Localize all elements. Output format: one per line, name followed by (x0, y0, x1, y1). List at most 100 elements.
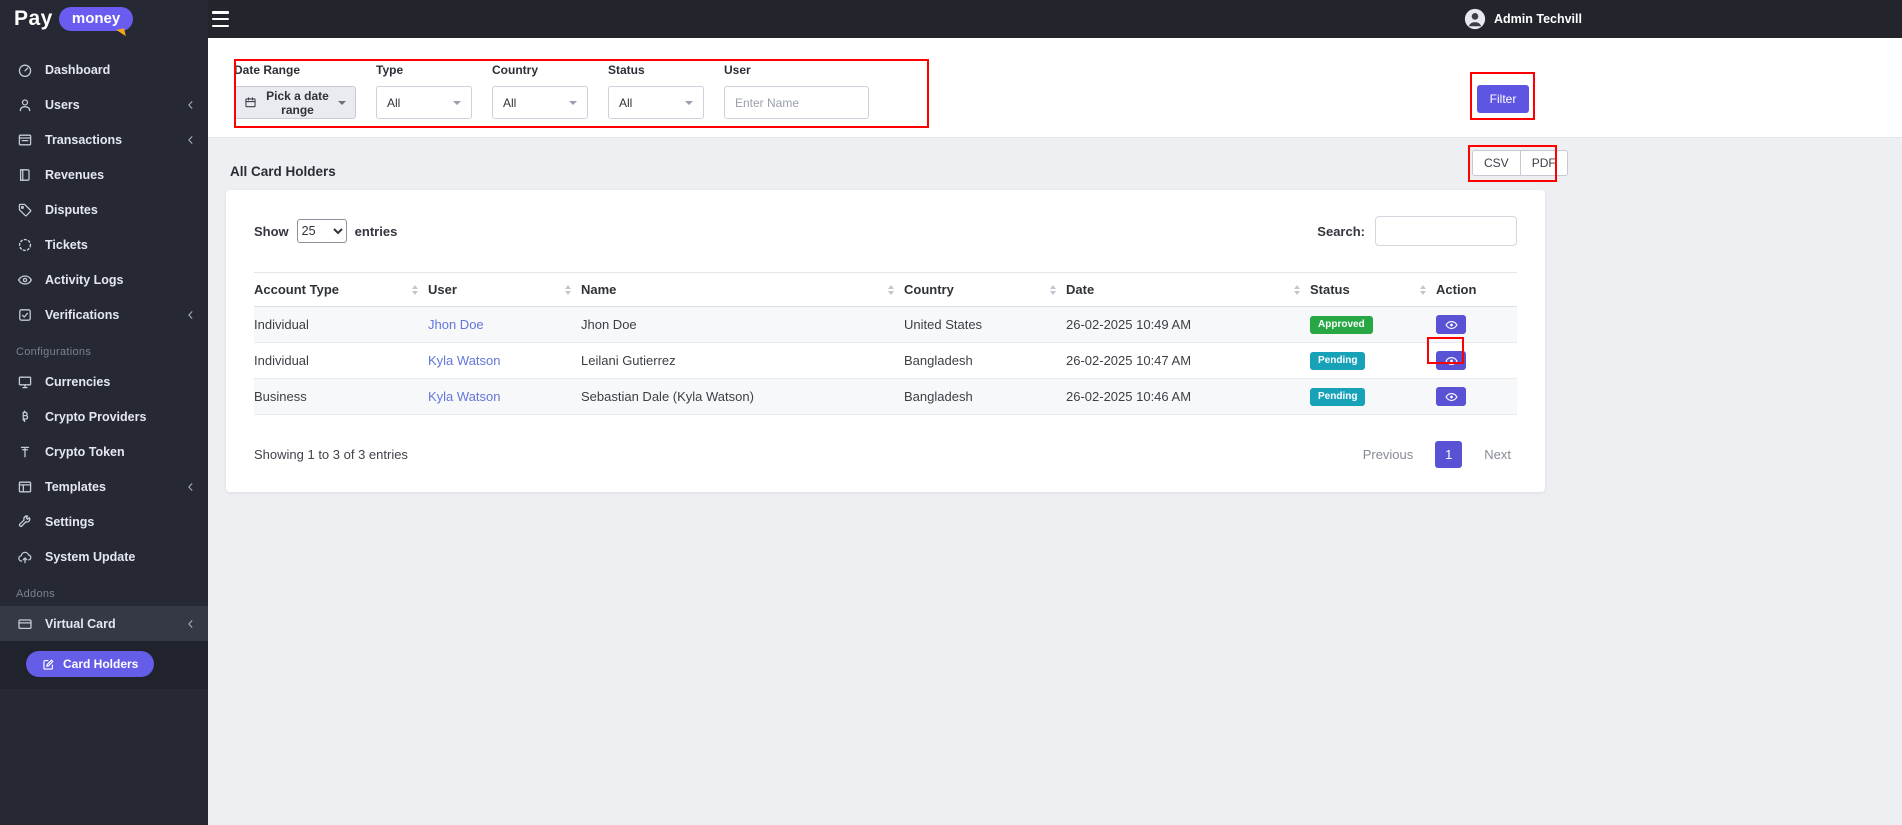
table-row: Individual Jhon Doe Jhon Doe United Stat… (254, 306, 1517, 343)
user-link[interactable]: Jhon Doe (428, 317, 484, 332)
sidebar-item-revenues[interactable]: Revenues (0, 157, 208, 192)
sidebar-item-crypto-providers[interactable]: Crypto Providers (0, 399, 208, 434)
caret-down-icon (685, 100, 693, 105)
cell-name: Sebastian Dale (Kyla Watson) (581, 378, 904, 415)
page-length-control: Show 25 entries (254, 219, 397, 243)
caret-down-icon (453, 100, 461, 105)
layout-icon (16, 478, 33, 495)
admin-profile-menu[interactable]: Admin Techvill (1464, 7, 1582, 31)
column-header-country[interactable]: Country (904, 272, 1066, 307)
column-header-date[interactable]: Date (1066, 272, 1310, 307)
eye-icon (1444, 320, 1458, 330)
sidebar-item-verifications[interactable]: Verifications (0, 297, 208, 332)
bitcoin-icon (16, 408, 33, 425)
column-header-account-type[interactable]: Account Type (254, 272, 428, 307)
sidebar-item-templates[interactable]: Templates (0, 469, 208, 504)
table-info: Showing 1 to 3 of 3 entries (254, 447, 408, 462)
chevron-left-icon (185, 99, 196, 110)
cell-user: Jhon Doe (428, 306, 581, 343)
user-name-input[interactable] (724, 86, 869, 119)
sort-icon (412, 284, 418, 295)
sidebar-item-virtual-card[interactable]: Virtual Card (0, 606, 208, 641)
sidebar-item-card-holders[interactable]: Card Holders (26, 651, 155, 677)
cell-action (1436, 342, 1517, 379)
pagination-next[interactable]: Next (1478, 446, 1517, 463)
sidebar-item-activity-logs[interactable]: Activity Logs (0, 262, 208, 297)
filter-user: User (724, 63, 869, 119)
sidebar-item-system-update[interactable]: System Update (0, 539, 208, 574)
type-select[interactable]: All (376, 86, 472, 119)
status-badge: Pending (1310, 352, 1366, 370)
cell-country: Bangladesh (904, 342, 1066, 379)
sidebar-item-currencies[interactable]: Currencies (0, 364, 208, 399)
pagination-page-1[interactable]: 1 (1435, 441, 1463, 468)
wrench-icon (16, 513, 33, 530)
monitor-icon (16, 373, 33, 390)
cell-account-type: Business (254, 378, 428, 415)
sidebar-item-tickets[interactable]: Tickets (0, 227, 208, 262)
table-row: Business Kyla Watson Sebastian Dale (Kyl… (254, 378, 1517, 415)
sort-icon (1050, 284, 1056, 295)
cell-status: Approved (1310, 306, 1436, 343)
logo-text-money: money (58, 7, 134, 31)
caret-down-icon (569, 100, 577, 105)
chevron-left-icon (185, 618, 196, 629)
chevron-left-icon (185, 309, 196, 320)
sidebar-item-disputes[interactable]: Disputes (0, 192, 208, 227)
user-link[interactable]: Kyla Watson (428, 389, 501, 404)
chevron-left-icon (185, 134, 196, 145)
column-header-status[interactable]: Status (1310, 272, 1436, 307)
sort-icon (1294, 284, 1300, 295)
credit-card-icon (16, 615, 33, 632)
country-select[interactable]: All (492, 86, 588, 119)
ledger-icon (16, 166, 33, 183)
cell-action (1436, 306, 1517, 343)
main-content: Date Range Pick a date range Type All Co… (208, 38, 1902, 825)
status-badge: Approved (1310, 316, 1373, 334)
app-logo[interactable]: Pay money (0, 0, 208, 38)
export-csv-button[interactable]: CSV (1472, 150, 1521, 176)
chevron-left-icon (185, 481, 196, 492)
search-input[interactable] (1375, 216, 1517, 246)
sidebar-item-transactions[interactable]: Transactions (0, 122, 208, 157)
card-holders-table-card: Show 25 entries Search: Account Type Use… (226, 190, 1545, 492)
table-row: Individual Kyla Watson Leilani Gutierrez… (254, 342, 1517, 379)
sidebar-item-settings[interactable]: Settings (0, 504, 208, 539)
view-details-button[interactable] (1436, 387, 1466, 406)
sidebar-item-dashboard[interactable]: Dashboard (0, 52, 208, 87)
status-select[interactable]: All (608, 86, 704, 119)
user-link[interactable]: Kyla Watson (428, 353, 501, 368)
sidebar-item-crypto-token[interactable]: Crypto Token (0, 434, 208, 469)
topbar: Admin Techvill (0, 0, 1902, 38)
search-label: Search: (1317, 223, 1365, 239)
country-label: Country (492, 63, 538, 77)
date-range-picker[interactable]: Pick a date range (234, 86, 356, 119)
column-header-name[interactable]: Name (581, 272, 904, 307)
eye-icon (1444, 356, 1458, 366)
caret-down-icon (338, 100, 346, 105)
pagination-previous[interactable]: Previous (1357, 446, 1420, 463)
column-header-action: Action (1436, 272, 1517, 307)
filter-submit-button[interactable]: Filter (1477, 85, 1529, 113)
sort-icon (888, 284, 894, 295)
page-length-select[interactable]: 25 (296, 219, 347, 243)
view-details-button[interactable] (1436, 351, 1466, 370)
hamburger-menu-button[interactable] (212, 11, 232, 27)
sort-icon (565, 284, 571, 295)
cell-name: Leilani Gutierrez (581, 342, 904, 379)
export-pdf-button[interactable]: PDF (1520, 150, 1568, 176)
export-button-group: CSV PDF (1472, 150, 1568, 176)
card-holders-table: Account Type User Name Country Date Stat… (254, 272, 1517, 415)
avatar (1464, 8, 1486, 30)
column-header-user[interactable]: User (428, 272, 581, 307)
cell-status: Pending (1310, 378, 1436, 415)
cloud-upload-icon (16, 548, 33, 565)
cell-account-type: Individual (254, 306, 428, 343)
admin-name: Admin Techvill (1494, 12, 1582, 26)
cell-action (1436, 378, 1517, 415)
cell-name: Jhon Doe (581, 306, 904, 343)
filter-date-range: Date Range Pick a date range (234, 63, 356, 119)
sidebar-section-configurations: Configurations (16, 346, 92, 358)
sidebar-item-users[interactable]: Users (0, 87, 208, 122)
view-details-button[interactable] (1436, 315, 1466, 334)
